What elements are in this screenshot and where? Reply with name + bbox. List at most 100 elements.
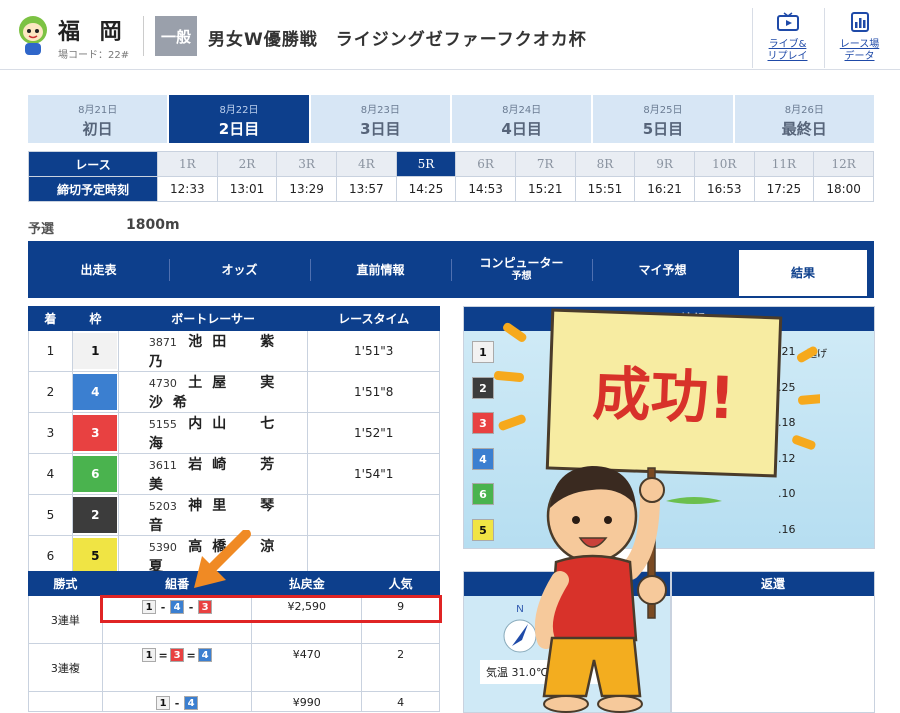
- live-replay-label-1: ライブ&: [768, 39, 807, 50]
- combo-frame-badge: 3: [170, 648, 185, 662]
- race-number-cell[interactable]: 2R: [216, 151, 278, 177]
- popularity-cell: 4: [361, 691, 440, 712]
- day-tab-4[interactable]: 8月24日 4日目: [451, 95, 592, 143]
- tab-entry-list[interactable]: 出走表: [28, 241, 169, 298]
- racer-reg-number: 5203: [148, 500, 177, 513]
- race-number-cell[interactable]: 7R: [514, 151, 576, 177]
- race-number-cell[interactable]: 4R: [335, 151, 397, 177]
- header-divider: [143, 16, 144, 56]
- bet-type-cell: [28, 691, 103, 712]
- frame-badge: 3: [73, 415, 118, 451]
- result-row: 1 1 3871 池田 紫乃 1'51"3: [28, 330, 440, 372]
- live-replay-label-2: リプレイ: [767, 51, 808, 62]
- race-deadline-cell: 13:01: [216, 176, 278, 202]
- race-number-cell[interactable]: 10R: [693, 151, 755, 177]
- col-rank: 着: [28, 306, 73, 331]
- chart-icon: [850, 12, 869, 32]
- live-replay-button[interactable]: ライブ& リプレイ: [752, 8, 822, 68]
- col-frame: 枠: [71, 306, 119, 331]
- tv-icon: [776, 12, 799, 31]
- tab-before-info[interactable]: 直前情報: [310, 241, 451, 298]
- race-number-cell[interactable]: 12R: [813, 151, 874, 177]
- racer-cell[interactable]: 3871 池田 紫乃: [117, 330, 309, 372]
- grade-badge: 一般: [155, 16, 197, 56]
- race-number-cell[interactable]: 5R: [395, 151, 457, 177]
- race-data-label-2: データ: [844, 51, 875, 62]
- tab-label-sub: 予想: [511, 270, 532, 282]
- frame-badge: 5: [73, 538, 118, 574]
- combo-frame-badge: 4: [184, 696, 199, 710]
- page-header: 福 岡 場コード：22# 一般 男女W優勝戦 ライジングゼファーフクオカ杯 ライ…: [0, 0, 900, 70]
- rank-cell: 5: [28, 494, 73, 536]
- col-racer: ボートレーサー: [117, 306, 309, 331]
- frame-badge: 2: [73, 497, 118, 533]
- tab-results[interactable]: 結果: [739, 250, 867, 296]
- race-data-button[interactable]: レース場 データ: [824, 8, 894, 68]
- mascot-logo-icon: [19, 16, 47, 55]
- day-name: 2日目: [218, 120, 260, 138]
- race-kind: 予選: [28, 222, 55, 237]
- result-row: 2 4 4730 土屋 実沙希 1'51"8: [28, 371, 440, 413]
- race-number-table: レース 1R 2R 3R 4R 5R 6R 7R 8R 9R 10R 11R 12R 締切予定時刻 1…: [28, 151, 874, 202]
- day-date: 8月26日: [784, 105, 824, 116]
- tab-odds[interactable]: オッズ: [169, 241, 310, 298]
- racer-cell[interactable]: 5155 内山 七海: [117, 412, 309, 454]
- race-number-cell[interactable]: 6R: [455, 151, 516, 177]
- day-tab-6[interactable]: 8月26日 最終日: [734, 95, 874, 143]
- frame-cell: 1: [71, 330, 119, 372]
- highlight-box: [100, 595, 442, 623]
- payout-row: 3連複 1 = 3 = 4 ¥470 2: [28, 643, 440, 692]
- day-tabs: 8月21日 初日 8月22日 2日目 8月23日 3日目 8月24日 4日目 8月25日…: [28, 95, 874, 143]
- racer-reg-number: 5390: [148, 541, 177, 554]
- sign-text: 成功!: [592, 360, 737, 433]
- race-deadline-cell: 17:25: [753, 176, 815, 202]
- day-date: 8月24日: [502, 105, 542, 116]
- race-deadline-cell: 16:53: [693, 176, 755, 202]
- orange-arrow-icon: [194, 530, 251, 588]
- rank-cell: 3: [28, 412, 73, 454]
- rank-cell: 4: [28, 453, 73, 495]
- day-date: 8月25日: [643, 105, 683, 116]
- rank-cell: 2: [28, 371, 73, 413]
- day-name: 4日目: [501, 120, 542, 138]
- rank-cell: 1: [28, 330, 73, 372]
- race-deadline-cell: 14:53: [455, 176, 516, 202]
- race-number-cell[interactable]: 11R: [753, 151, 815, 177]
- tab-label: 結果: [790, 266, 815, 280]
- frame-cell: 3: [71, 412, 119, 454]
- day-date: 8月23日: [360, 105, 400, 116]
- tab-my-prediction[interactable]: マイ予想: [592, 241, 733, 298]
- tab-label: コンピューター: [479, 255, 564, 270]
- race-number-cell[interactable]: 3R: [276, 151, 337, 177]
- race-number-cell[interactable]: 9R: [634, 151, 695, 177]
- payout-amount-cell: ¥470: [251, 643, 363, 692]
- tab-computer-prediction[interactable]: コンピューター 予想: [451, 241, 592, 298]
- day-tab-2[interactable]: 8月22日 2日目: [169, 95, 309, 143]
- day-tab-3[interactable]: 8月23日 3日目: [310, 95, 450, 143]
- col-time: レースタイム: [307, 306, 440, 331]
- race-time-cell: 1'51"8: [307, 371, 440, 413]
- deadline-row-label: 締切予定時刻: [28, 176, 158, 202]
- racer-cell[interactable]: 3611 岩崎 芳美: [117, 453, 309, 495]
- race-deadline-cell: 14:25: [395, 176, 457, 202]
- frame-badge: 6: [73, 456, 118, 492]
- racer-reg-number: 3611: [148, 459, 177, 472]
- race-number-cell[interactable]: 8R: [574, 151, 636, 177]
- race-deadline-cell: 15:51: [574, 176, 636, 202]
- race-number-row: レース 1R 2R 3R 4R 5R 6R 7R 8R 9R 10R 11R 12R: [28, 151, 874, 177]
- day-name: 初日: [82, 120, 113, 138]
- racer-cell[interactable]: 4730 土屋 実沙希: [117, 371, 309, 413]
- race-deadline-cell: 16:21: [634, 176, 695, 202]
- combo-frame-badge: 1: [156, 696, 171, 710]
- combo-separator: =: [186, 648, 196, 662]
- day-date: 8月22日: [219, 105, 259, 116]
- col-popularity: 人気: [361, 571, 440, 596]
- success-character-illustration: 成功!: [493, 308, 820, 713]
- race-number-cell[interactable]: 1R: [157, 151, 218, 177]
- bet-type-cell: 3連単: [28, 595, 103, 644]
- day-tab-5[interactable]: 8月25日 5日目: [593, 95, 733, 143]
- racer-reg-number: 3871: [148, 336, 177, 349]
- race-deadline-cell: 12:33: [157, 176, 218, 202]
- col-payout: 払戻金: [251, 571, 363, 596]
- day-tab-1[interactable]: 8月21日 初日: [28, 95, 168, 143]
